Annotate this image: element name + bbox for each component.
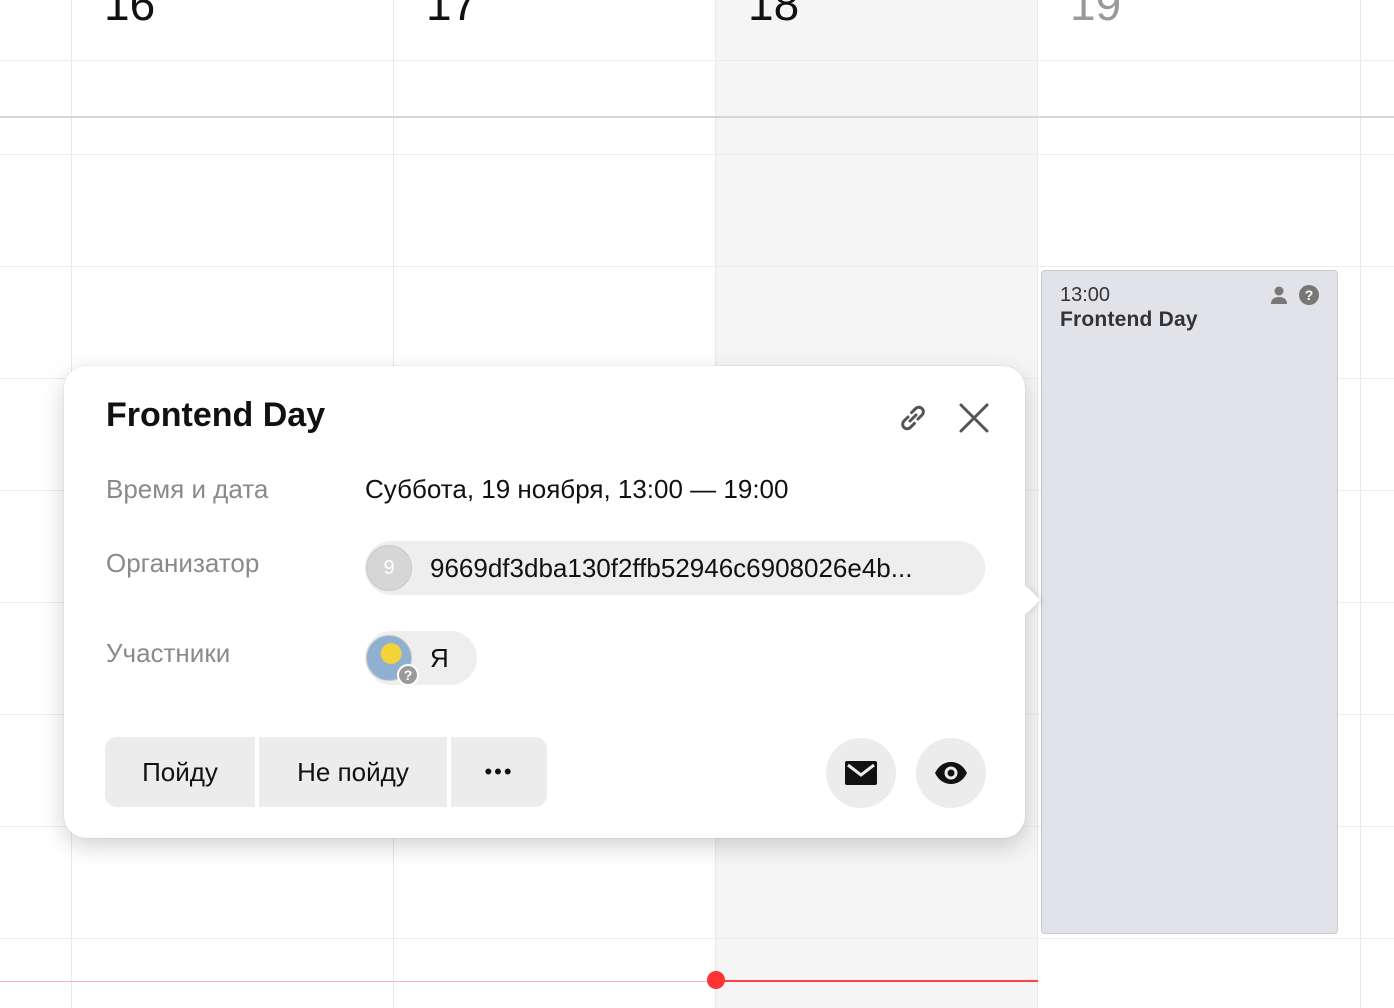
svg-text:?: ? [1305, 287, 1314, 303]
day-weekday: чт [487, 0, 505, 4]
organizer-avatar: 9 [366, 545, 412, 591]
datetime-value: Суббота, 19 ноября, 13:00 — 19:00 [365, 474, 789, 504]
close-icon [959, 403, 989, 433]
current-time-line [716, 980, 1038, 982]
participant-status-badge: ? [397, 664, 419, 686]
eye-icon [935, 762, 967, 784]
avatar: ? [366, 635, 419, 686]
current-time-line-past [0, 981, 716, 982]
header-separator [0, 116, 1394, 118]
day-header-19[interactable]: 19 сб [1070, 0, 1150, 34]
day-header-18[interactable]: 18 пт [748, 0, 827, 34]
day-weekday: пт [809, 0, 827, 4]
day-header-16[interactable]: 16 ср [104, 0, 184, 34]
popup-title: Frontend Day [106, 396, 326, 434]
organizer-label: Организатор [106, 548, 260, 578]
current-time-dot [707, 971, 725, 989]
person-icon [1269, 285, 1289, 305]
participant-name: Я [430, 642, 449, 673]
day-number: 16 [104, 0, 156, 30]
grid-row-line [0, 154, 1394, 155]
day-number: 19 [1070, 0, 1122, 30]
organizer-name: 9669df3dba130f2ffb52946c6908026e4b... [430, 552, 913, 583]
grid-row-line [0, 938, 1394, 939]
datetime-label: Время и дата [106, 474, 269, 504]
copy-link-button[interactable] [893, 398, 933, 438]
day-number: 18 [748, 0, 800, 30]
participant-chip[interactable]: ? Я [365, 631, 477, 686]
decline-button[interactable]: Не пойду [259, 737, 447, 807]
view-event-button[interactable] [916, 738, 986, 808]
grid-row-line [0, 266, 1394, 267]
question-circle-icon: ? [1299, 285, 1319, 305]
grid-row-line [0, 60, 1394, 61]
mail-icon [845, 761, 877, 785]
day-weekday: сб [1131, 0, 1150, 4]
day-weekday: ср [165, 0, 184, 4]
accept-button[interactable]: Пойду [105, 737, 255, 807]
grid-column-line [1037, 0, 1038, 1008]
calendar-event-frontend-day[interactable]: 13:00 Frontend Day ? [1041, 270, 1338, 934]
participants-label: Участники [106, 638, 231, 668]
more-button[interactable]: ••• [451, 737, 547, 807]
day-header-17[interactable]: 17 чт [426, 0, 505, 34]
rsvp-button-group: Пойду Не пойду ••• [105, 737, 547, 807]
link-icon [901, 405, 925, 431]
organizer-chip[interactable]: 9 9669df3dba130f2ffb52946c6908026e4b... [365, 541, 985, 595]
close-button[interactable] [954, 398, 994, 438]
day-number: 17 [426, 0, 478, 30]
grid-column-line [1360, 0, 1361, 1008]
event-title: Frontend Day [1060, 308, 1198, 331]
event-details-popup: Frontend Day Время и дата Суббота, 19 но… [64, 366, 1041, 838]
event-icons: ? [1269, 285, 1319, 305]
email-participants-button[interactable] [826, 738, 896, 808]
